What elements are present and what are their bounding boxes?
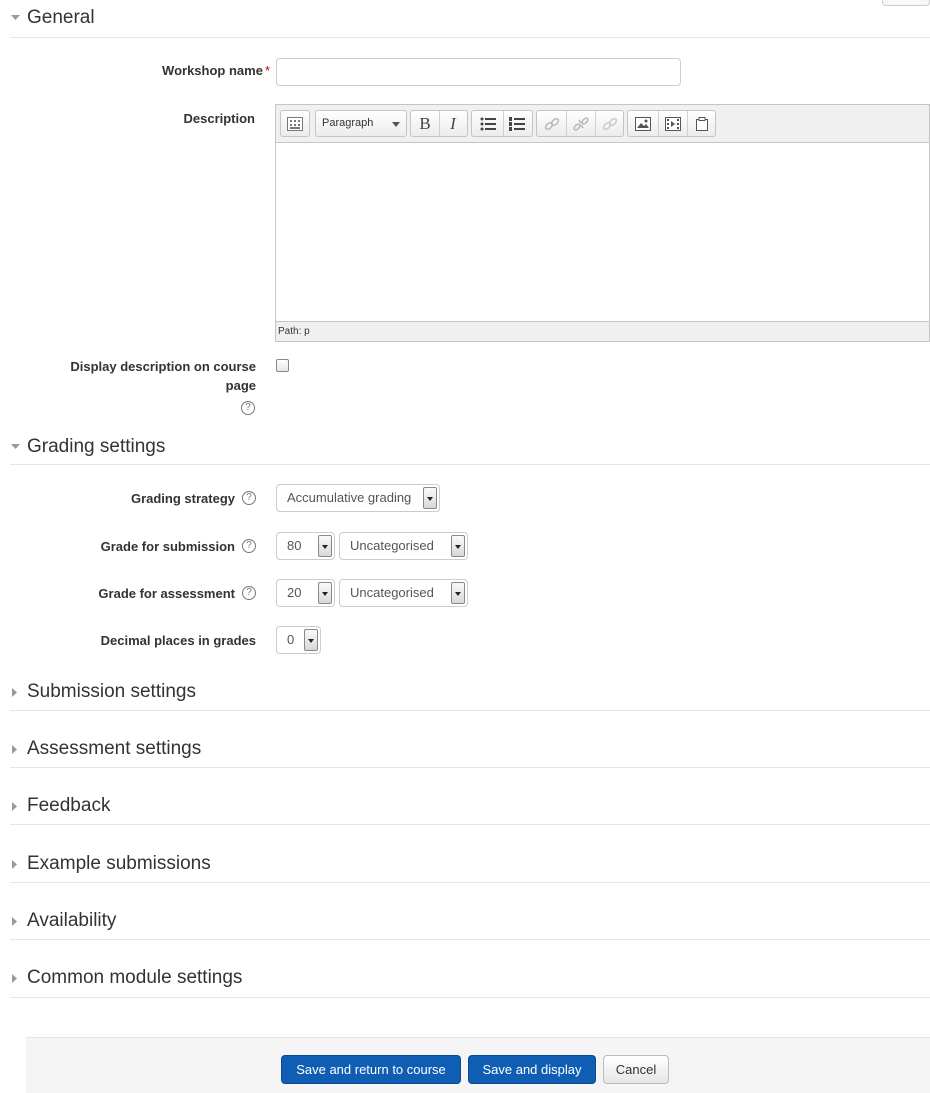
italic-button[interactable]: I (443, 111, 463, 136)
grade-submission-select[interactable]: 80 (276, 532, 335, 560)
section-common-module-header[interactable]: Common module settings (10, 966, 930, 998)
format-select-value: Paragraph (322, 117, 374, 129)
section-general-header[interactable]: General (10, 6, 930, 38)
display-description-label-line1: Display description on course (70, 359, 256, 374)
decimal-places-value: 0 (287, 632, 295, 647)
unlink-icon[interactable] (571, 111, 591, 136)
help-icon[interactable]: ? (241, 401, 255, 415)
decimal-places-label: Decimal places in grades (100, 633, 256, 648)
grade-assessment-value: 20 (287, 585, 302, 600)
grade-submission-value: 80 (287, 538, 302, 553)
section-title: Example submissions (27, 853, 211, 874)
insert-image-icon[interactable] (633, 111, 653, 136)
expanded-arrow-icon (10, 6, 24, 30)
required-marker: * (264, 63, 270, 78)
section-title: Availability (27, 910, 117, 931)
toolbar-toggle-icon[interactable] (285, 111, 305, 136)
save-and-display-button[interactable]: Save and display (468, 1055, 596, 1084)
toolbar-toggle-group (280, 110, 310, 137)
section-title: Grading settings (27, 436, 166, 457)
section-title: Assessment settings (27, 738, 202, 759)
form-actions-bar: Save and return to course Save and displ… (26, 1037, 930, 1093)
dropdown-arrow-icon (304, 629, 318, 651)
grade-assessment-category-value: Uncategorised (350, 585, 434, 600)
insert-media-icon[interactable] (663, 111, 683, 136)
description-label: Description (183, 111, 255, 126)
collapsed-arrow-icon (10, 852, 24, 876)
format-select-arrow-icon (392, 122, 400, 127)
text-style-group: B I (410, 110, 468, 137)
dropdown-arrow-icon (423, 487, 437, 509)
dropdown-arrow-icon (318, 582, 332, 604)
section-submission-header[interactable]: Submission settings (10, 680, 930, 711)
grading-strategy-value: Accumulative grading (287, 490, 412, 505)
section-example-submissions-header[interactable]: Example submissions (10, 852, 930, 883)
manage-files-icon[interactable] (692, 111, 712, 136)
help-icon[interactable]: ? (242, 491, 256, 505)
cancel-button[interactable]: Cancel (603, 1055, 669, 1084)
collapsed-arrow-icon (10, 737, 24, 761)
collapsed-arrow-icon (10, 966, 24, 990)
section-title: Submission settings (27, 681, 196, 702)
display-description-checkbox[interactable] (276, 359, 289, 372)
section-title: Feedback (27, 795, 111, 816)
section-title: General (27, 7, 95, 28)
description-editor-area[interactable] (275, 143, 930, 321)
bold-button[interactable]: B (415, 111, 435, 136)
grade-assessment-select[interactable]: 20 (276, 579, 335, 607)
section-availability-header[interactable]: Availability (10, 909, 930, 940)
expanded-arrow-icon (10, 435, 24, 459)
workshop-name-input[interactable] (276, 58, 681, 86)
grading-strategy-select[interactable]: Accumulative grading (276, 484, 440, 512)
section-grading-header[interactable]: Grading settings (10, 435, 930, 465)
help-icon[interactable]: ? (242, 586, 256, 600)
editor-status-path: Path: p (275, 321, 930, 342)
dropdown-arrow-icon (451, 535, 465, 557)
grade-assessment-category-select[interactable]: Uncategorised (339, 579, 468, 607)
dropdown-arrow-icon (318, 535, 332, 557)
format-select[interactable]: Paragraph (315, 110, 407, 137)
collapsed-arrow-icon (10, 680, 24, 704)
dropdown-arrow-icon (451, 582, 465, 604)
grading-strategy-label: Grading strategy (130, 491, 235, 506)
help-icon[interactable]: ? (242, 539, 256, 553)
section-title: Common module settings (27, 967, 243, 988)
grade-submission-label: Grade for submission (100, 539, 235, 554)
grade-submission-category-value: Uncategorised (350, 538, 434, 553)
anchor-link-icon[interactable] (600, 111, 620, 136)
numbered-list-icon[interactable] (507, 111, 527, 136)
section-feedback-header[interactable]: Feedback (10, 794, 930, 825)
grade-assessment-label: Grade for assessment (98, 586, 235, 601)
editor-toolbar: Paragraph B I (275, 104, 930, 143)
media-group (627, 110, 716, 137)
workshop-name-label: Workshop name * (162, 63, 270, 78)
grade-submission-category-select[interactable]: Uncategorised (339, 532, 468, 560)
link-group (536, 110, 624, 137)
list-group (471, 110, 533, 137)
collapsed-arrow-icon (10, 794, 24, 818)
section-assessment-header[interactable]: Assessment settings (10, 737, 930, 768)
save-and-return-button[interactable]: Save and return to course (281, 1055, 461, 1084)
collapsed-arrow-icon (10, 909, 24, 933)
display-description-label-line2: page (225, 378, 256, 393)
decimal-places-select[interactable]: 0 (276, 626, 321, 654)
bulleted-list-icon[interactable] (478, 111, 498, 136)
link-icon[interactable] (542, 111, 562, 136)
